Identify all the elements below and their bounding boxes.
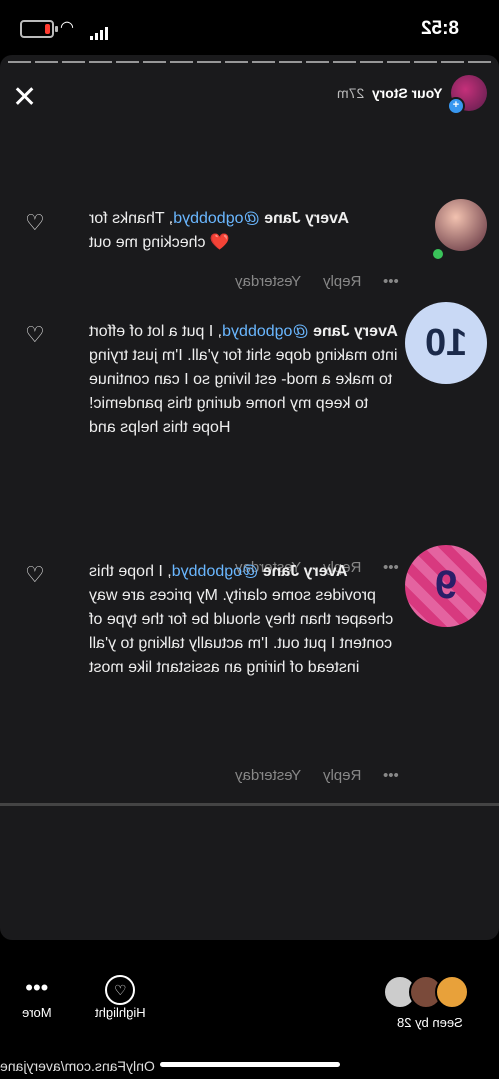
mention-link[interactable]: @ogbobbyd [222, 323, 309, 340]
story-owner-name[interactable]: Your Story [372, 85, 443, 101]
more-button[interactable]: ••• More [22, 975, 52, 1020]
comment-meta: Yesterday Reply ••• [213, 767, 399, 784]
signal-icon [90, 22, 110, 40]
heart-icon[interactable]: ♡ [25, 562, 45, 588]
watermark: OnlyFans.com/averyjane [0, 1058, 155, 1074]
comment-time: Yesterday [234, 767, 301, 784]
viewer-avatars [383, 975, 469, 1009]
avatar[interactable]: 9 [405, 545, 487, 627]
more-options-icon[interactable]: ••• [383, 273, 399, 290]
mention-link[interactable]: @ogbobbyd [172, 563, 259, 580]
comment-meta: Yesterday Reply ••• [213, 273, 399, 290]
seen-by-button[interactable]: Seen by 28 [383, 975, 469, 1030]
comment-body: Avery Jane @ogbobbyd, I put a lot of eff… [89, 323, 398, 436]
heart-icon[interactable]: ♡ [25, 322, 45, 348]
story-owner-avatar[interactable]: + [447, 75, 487, 115]
mention-link[interactable]: @ogbobbyd [173, 210, 260, 227]
status-bar: ◠ 8:52 [0, 0, 499, 55]
heart-icon[interactable]: ♡ [25, 210, 45, 236]
online-indicator [431, 247, 445, 261]
close-icon[interactable]: ✕ [12, 83, 37, 113]
story-viewer[interactable]: ✕ 27m Your Story + ♡ Avery Jane @ogbobby… [0, 55, 499, 940]
highlight-icon: ♡ [105, 975, 136, 1005]
story-header: 27m Your Story + [337, 75, 487, 115]
home-indicator [160, 1062, 340, 1067]
add-story-icon[interactable]: + [447, 97, 465, 115]
avatar[interactable]: 10 [405, 302, 487, 384]
more-options-icon[interactable]: ••• [383, 767, 399, 784]
reply-button[interactable]: Reply [323, 273, 361, 290]
divider [0, 803, 499, 806]
comment-body: Avery Jane @ogbobbyd, I hope this provid… [89, 563, 394, 676]
avatar[interactable] [435, 199, 487, 251]
reply-button[interactable]: Reply [323, 767, 361, 784]
comment-body: Avery Jane @ogbobbyd, Thanks for checkin… [89, 210, 349, 251]
battery-icon [20, 20, 58, 38]
more-icon: ••• [25, 975, 49, 1000]
wifi-icon: ◠ [60, 19, 74, 36]
comment-time: Yesterday [234, 273, 301, 290]
highlight-button[interactable]: ♡ Highlight [95, 975, 146, 1020]
status-time: 8:52 [420, 18, 459, 39]
story-time: 27m [337, 85, 365, 101]
story-footer: ••• More ♡ Highlight Seen by 28 [0, 975, 499, 1045]
story-progress-bar [8, 61, 492, 63]
